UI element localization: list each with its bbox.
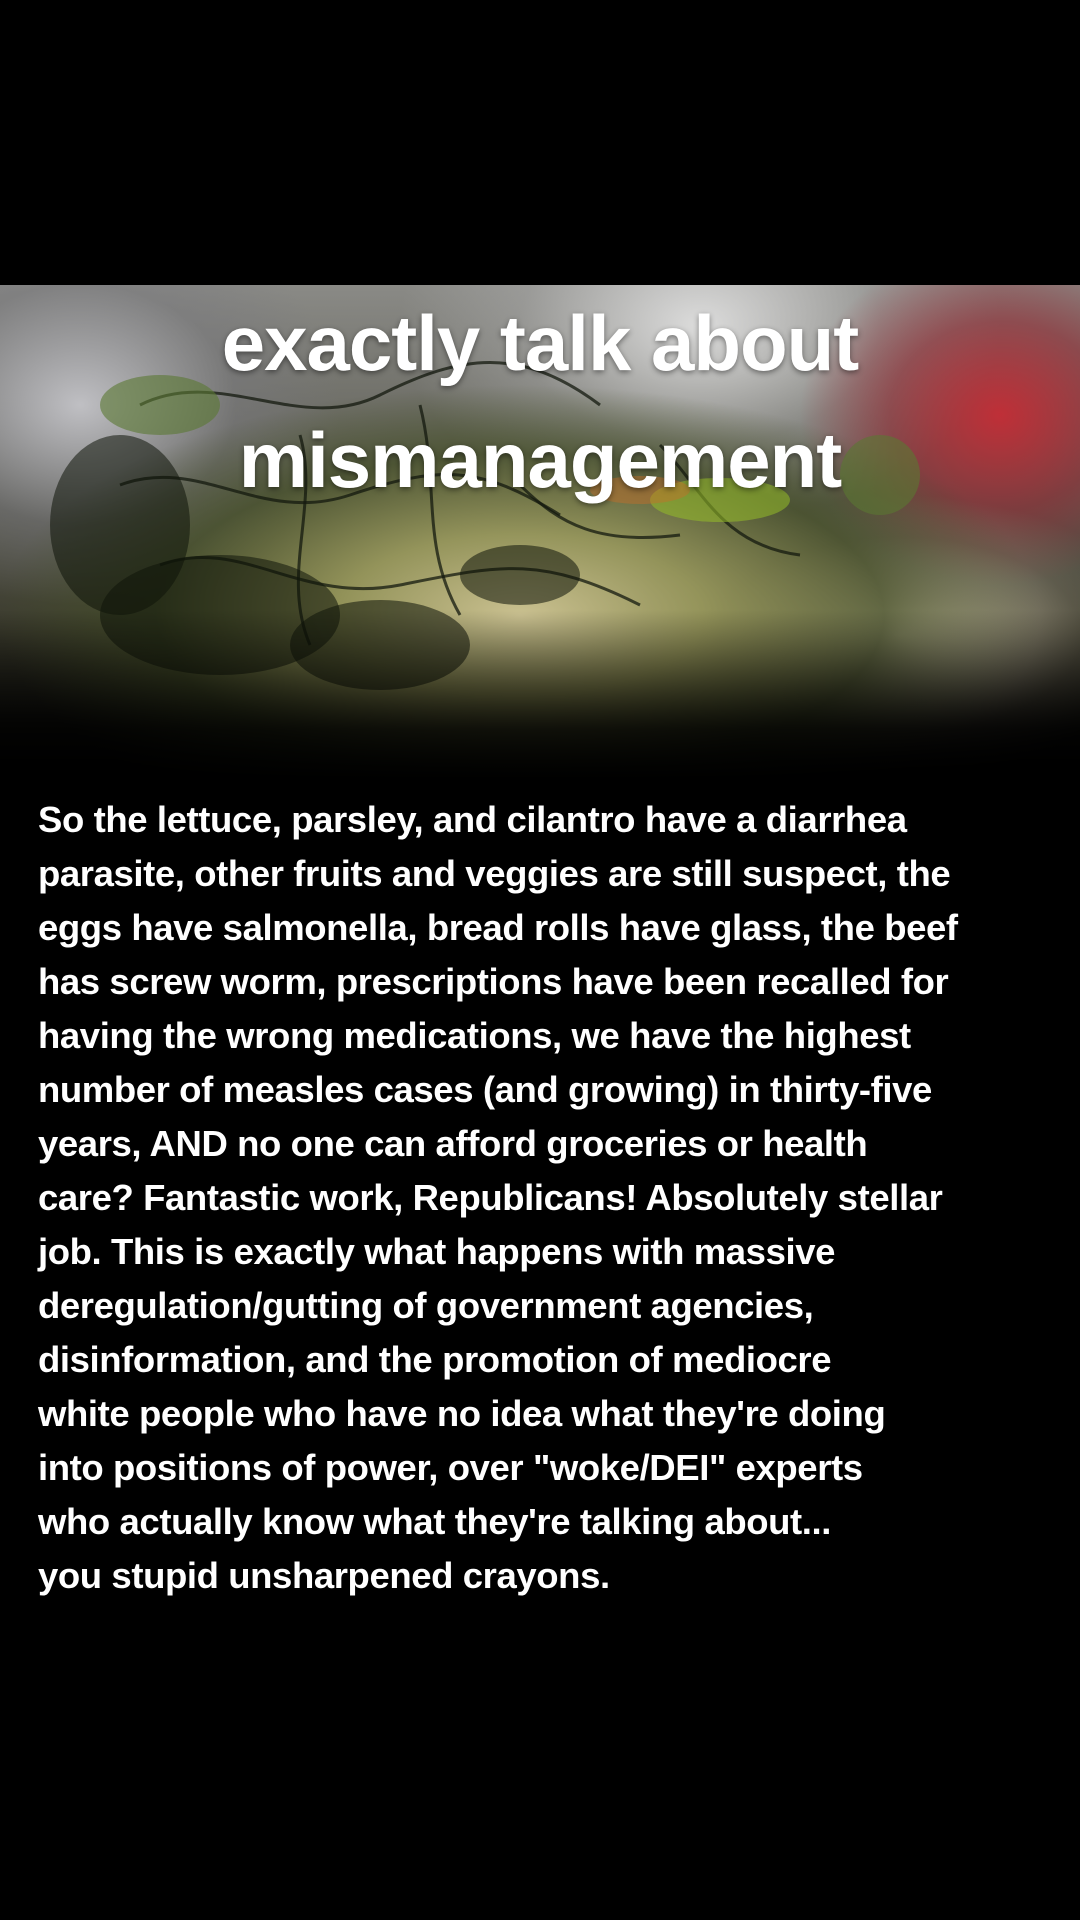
body-line: deregulation/gutting of government agenc… bbox=[38, 1285, 814, 1326]
body-line: you stupid unsharpened crayons. bbox=[38, 1555, 610, 1596]
body-line: disinformation, and the promotion of med… bbox=[38, 1339, 832, 1380]
body-line: having the wrong medications, we have th… bbox=[38, 1015, 911, 1056]
caption-title: exactly talk about mismanagement bbox=[0, 285, 1080, 519]
body-line: job. This is exactly what happens with m… bbox=[38, 1231, 836, 1272]
body-line: parasite, other fruits and veggies are s… bbox=[38, 853, 951, 894]
body-line: eggs have salmonella, bread rolls have g… bbox=[38, 907, 958, 948]
body-line: So the lettuce, parsley, and cilantro ha… bbox=[38, 799, 907, 840]
body-line: has screw worm, prescriptions have been … bbox=[38, 961, 949, 1002]
body-line: who actually know what they're talking a… bbox=[38, 1501, 832, 1542]
body-line: years, AND no one can afford groceries o… bbox=[38, 1123, 868, 1164]
post-screen: exactly talk about mismanagement So the … bbox=[0, 0, 1080, 1920]
post-body-text: So the lettuce, parsley, and cilantro ha… bbox=[38, 793, 1048, 1603]
body-line: white people who have no idea what they'… bbox=[38, 1393, 886, 1434]
photo-fade-overlay bbox=[0, 610, 1080, 780]
caption-title-line: exactly talk about bbox=[221, 299, 860, 387]
caption-title-line: mismanagement bbox=[238, 416, 843, 504]
body-line: into positions of power, over "woke/DEI"… bbox=[38, 1447, 863, 1488]
body-line: care? Fantastic work, Republicans! Absol… bbox=[38, 1177, 943, 1218]
body-line: number of measles cases (and growing) in… bbox=[38, 1069, 932, 1110]
